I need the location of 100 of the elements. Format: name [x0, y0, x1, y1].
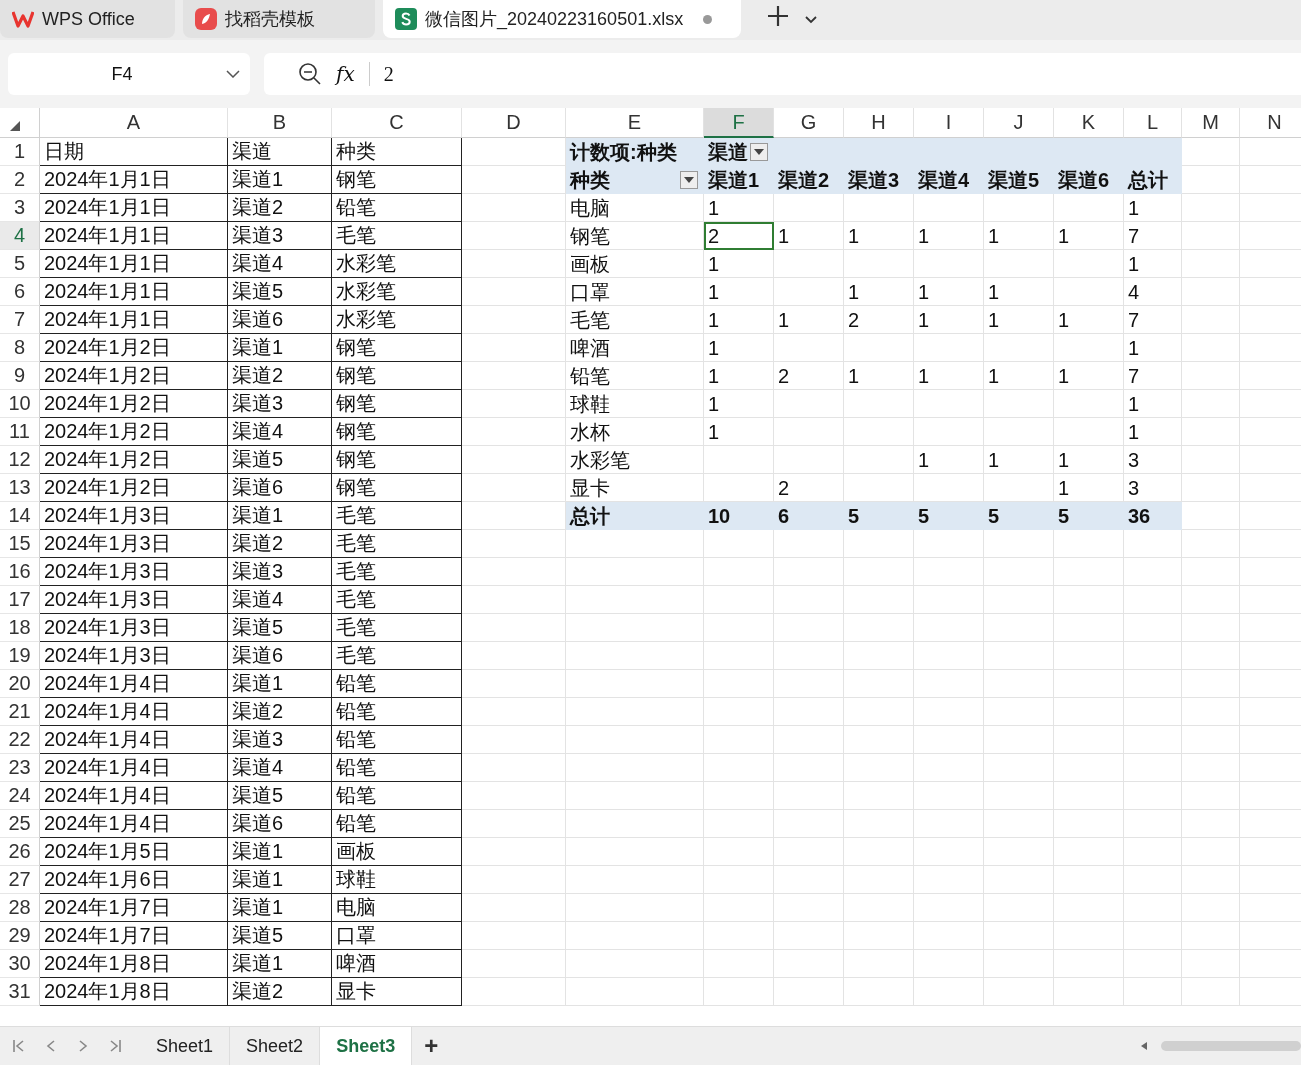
pivot-value-cell-text: 2: [777, 475, 791, 501]
pivot-value-cell-text: 1: [1127, 391, 1141, 417]
pivot-value-cell-text: 1: [707, 391, 721, 417]
pivot-value-cell: 2: [704, 222, 774, 250]
pivot-value-cell-text: 1: [987, 223, 1001, 249]
pivot-value-cell-text: 1: [847, 223, 861, 249]
dropdown-button[interactable]: [680, 171, 698, 189]
table-cell: 渠道2: [228, 978, 332, 1006]
pivot-column-header: 渠道6: [1054, 166, 1124, 194]
pivot-value-cell-text: 1: [1127, 335, 1141, 361]
pivot-total-cell: 5: [914, 502, 984, 530]
zoom-out-icon[interactable]: [298, 62, 322, 86]
wps-logo-icon: [12, 10, 34, 28]
pivot-value-cell-text: 1: [707, 251, 721, 277]
add-sheet-button[interactable]: +: [412, 1032, 451, 1060]
pivot-value-cell-text: 7: [1127, 363, 1141, 389]
pivot-value-cell-text: 1: [707, 307, 721, 333]
pivot-row-label: 画板: [569, 251, 611, 277]
pivot-value-cell-text: 7: [1127, 307, 1141, 333]
pivot-column-header: 渠道5: [984, 166, 1054, 194]
pivot-value-cell-text: 1: [987, 447, 1001, 473]
pivot-row-label: 显卡: [569, 475, 611, 501]
pivot-value-cell-text: 1: [707, 363, 721, 389]
horizontal-scrollbar[interactable]: [1161, 1041, 1301, 1051]
pivot-value-cell-text: 2: [847, 307, 861, 333]
leaf-app-icon: [195, 8, 217, 30]
last-sheet-icon[interactable]: [108, 1039, 122, 1053]
pivot-row-label: 水彩笔: [569, 447, 631, 473]
pivot-row-label: 球鞋: [569, 391, 611, 417]
app-tab[interactable]: 微信图片_20240223160501.xlsx: [383, 0, 741, 38]
name-box[interactable]: F4: [8, 53, 250, 95]
sheet-tab[interactable]: Sheet3: [320, 1027, 413, 1065]
pivot-column-header: 渠道2: [774, 166, 844, 194]
pivot-value-cell-text: 2: [777, 363, 791, 389]
pivot-title: 计数项:种类: [566, 138, 704, 166]
function-icon[interactable]: fx: [336, 62, 355, 86]
pivot-column-header: 渠道1: [704, 166, 774, 194]
pivot-column-field[interactable]: 渠道: [704, 138, 774, 166]
pivot-value-cell-text: 1: [707, 335, 721, 361]
select-all-icon[interactable]: [10, 121, 20, 131]
pivot-value-cell-text: 1: [1057, 475, 1071, 501]
table-cell: 2024年1月8日: [40, 978, 228, 1006]
pivot-row-label: 电脑: [569, 195, 611, 221]
pivot-value-cell-text: 1: [1127, 195, 1141, 221]
pivot-row-label: 铅笔: [569, 363, 611, 389]
table-cell: 显卡: [332, 978, 462, 1006]
chevron-down-icon[interactable]: [805, 16, 817, 24]
row-header[interactable]: 4: [0, 222, 40, 250]
app-tab[interactable]: WPS Office: [0, 0, 175, 38]
pivot-column-header: 渠道4: [914, 166, 984, 194]
pivot-value-cell-text: 1: [987, 279, 1001, 305]
pivot-row-label: 毛笔: [569, 307, 611, 333]
pivot-total-cell: 10: [704, 502, 774, 530]
pivot-total-cell: 5: [984, 502, 1054, 530]
pivot-value-cell-text: 7: [1127, 223, 1141, 249]
chevron-down-icon[interactable]: [226, 70, 240, 78]
pivot-column-header: 渠道3: [844, 166, 914, 194]
pivot-total-label: 总计: [566, 502, 704, 530]
formula-bar[interactable]: fx 2: [264, 53, 1301, 95]
caret-down-icon: [684, 177, 694, 183]
pivot-value-cell-text: 1: [847, 279, 861, 305]
pivot-value-cell-text: 1: [987, 363, 1001, 389]
pivot-total-cell: 36: [1124, 502, 1182, 530]
pivot-value-cell-text: 1: [987, 307, 1001, 333]
pivot-value-cell-text: 1: [1057, 447, 1071, 473]
pivot-value-cell-text: 1: [1057, 307, 1071, 333]
pivot-total-cell: 5: [844, 502, 914, 530]
pivot-value-cell-text: 1: [777, 307, 791, 333]
pivot-value-cell-text: 1: [1127, 251, 1141, 277]
pivot-row-label: 啤酒: [569, 335, 611, 361]
pivot-total-cell: 6: [774, 502, 844, 530]
sheet-tab[interactable]: Sheet1: [140, 1027, 231, 1065]
pivot-value-cell-text: 1: [1057, 363, 1071, 389]
column-header[interactable]: F: [704, 108, 774, 138]
first-sheet-icon[interactable]: [12, 1039, 26, 1053]
pivot-value-cell-text: 1: [917, 279, 931, 305]
pivot-value-cell-text: 1: [917, 363, 931, 389]
pivot-value-cell-text: 1: [1057, 223, 1071, 249]
pivot-value-cell-text: 1: [707, 419, 721, 445]
pivot-value-cell-text: 1: [917, 447, 931, 473]
pivot-value-cell-text: 1: [777, 223, 791, 249]
pivot-value-cell-text: 1: [707, 279, 721, 305]
dropdown-button[interactable]: [750, 143, 768, 161]
pivot-total-cell: 5: [1054, 502, 1124, 530]
pivot-column-header: 总计: [1124, 166, 1182, 194]
row-header[interactable]: 31: [0, 978, 40, 1006]
pivot-row-label: 水杯: [569, 419, 611, 445]
pivot-value-cell-text: 1: [707, 195, 721, 221]
pivot-value-cell-text: 1: [847, 363, 861, 389]
formula-value: 2: [383, 62, 394, 86]
pivot-value-cell-text: 3: [1127, 447, 1141, 473]
pivot-value-cell-text: 4: [1127, 279, 1141, 305]
scroll-left-icon[interactable]: [1139, 1041, 1149, 1051]
pivot-value-cell-text: 1: [917, 223, 931, 249]
pivot-row-label: 口罩: [569, 279, 611, 305]
pivot-value-cell-text: 3: [1127, 475, 1141, 501]
pivot-row-field[interactable]: 种类: [566, 166, 704, 194]
pivot-row-label: 钢笔: [569, 223, 611, 249]
caret-down-icon: [754, 149, 764, 155]
app-tab[interactable]: 找稻壳模板: [183, 0, 375, 38]
